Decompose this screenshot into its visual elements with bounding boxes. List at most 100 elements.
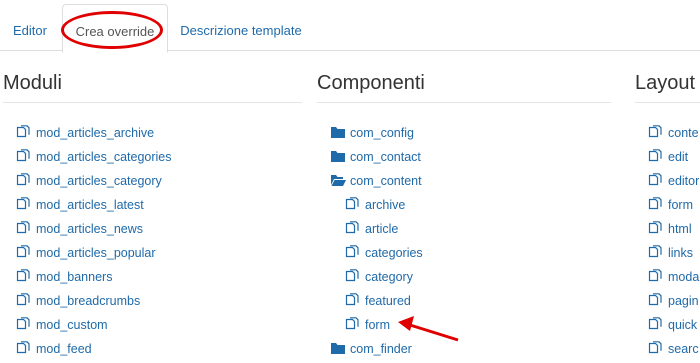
tab-crea-override[interactable]: Crea override [62,4,168,53]
list-item-label: mod_articles_news [36,222,143,236]
files-icon [16,123,32,138]
list-item-label: categories [365,246,423,260]
list-item-label: mod_articles_popular [36,246,156,260]
files-icon [648,123,664,138]
files-icon [16,195,32,210]
list-item[interactable]: edit [635,145,700,169]
files-icon [16,171,32,186]
list-item[interactable]: com_contact [317,145,611,169]
list-item[interactable]: form [635,193,700,217]
tab-bar: Editor Crea override Descrizione templat… [0,0,700,53]
files-icon [345,291,361,306]
files-icon [16,291,32,306]
files-icon [16,219,32,234]
list-item-label: featured [365,294,411,308]
files-icon [648,291,664,306]
list-item-label: mod_articles_archive [36,126,155,140]
list-item-label: mod_articles_category [36,174,162,188]
list-item[interactable]: mod_breadcrumbs [3,289,302,313]
list-item[interactable]: com_content [317,169,611,193]
list-item[interactable]: mod_articles_category [3,169,302,193]
list-item[interactable]: conte [635,121,700,145]
files-icon [648,243,664,258]
list-item-label: com_finder [350,342,412,356]
folder-icon [330,123,346,138]
files-icon [345,243,361,258]
files-icon [648,171,664,186]
files-icon [16,147,32,162]
tab-descrizione-template[interactable]: Descrizione template [172,4,310,51]
list-item[interactable]: com_finder [317,337,611,361]
componenti-heading: Componenti [317,64,611,103]
list-item-label: searc [668,342,699,356]
list-item[interactable]: featured [317,289,611,313]
list-item[interactable]: category [317,265,611,289]
list-item-label: com_contact [350,150,421,164]
list-item-label: mod_articles_latest [36,198,144,212]
files-icon [648,195,664,210]
files-icon [16,339,32,354]
list-item-label: mod_feed [36,342,92,356]
list-item-label: pagin [668,294,699,308]
moduli-list: mod_articles_archive mod_articles_categor… [3,121,302,361]
files-icon [16,243,32,258]
list-item-label: html [668,222,692,236]
list-item[interactable]: searc [635,337,700,361]
list-item[interactable]: quick [635,313,700,337]
list-item-label: moda [668,270,700,284]
list-item-label: form [365,318,390,332]
files-icon [345,195,361,210]
files-icon [345,267,361,282]
files-icon [648,219,664,234]
list-item[interactable]: pagin [635,289,700,313]
list-item-label: mod_breadcrumbs [36,294,141,308]
list-item[interactable]: form [317,313,611,337]
list-item[interactable]: archive [317,193,611,217]
list-item-label: mod_custom [36,318,108,332]
files-icon [648,267,664,282]
list-item-label: com_config [350,126,414,140]
componenti-list: com_config com_contact com_contentarchive a… [317,121,611,361]
list-item-label: quick [668,318,698,332]
list-item-label: conte [668,126,699,140]
list-item[interactable]: moda [635,265,700,289]
list-item-label: editor [668,174,700,188]
list-item[interactable]: mod_articles_latest [3,193,302,217]
list-item-label: article [365,222,399,236]
tab-editor[interactable]: Editor [2,4,58,51]
list-item[interactable]: links [635,241,700,265]
layout-list: conte edit editor form html links moda pagin qui… [635,121,700,361]
files-icon [648,315,664,330]
folder-icon [330,339,346,354]
list-item[interactable]: mod_feed [3,337,302,361]
layout-heading: Layout [635,64,700,103]
list-item[interactable]: article [317,217,611,241]
list-item[interactable]: mod_banners [3,265,302,289]
list-item-label: mod_articles_categories [36,150,172,164]
folder-open-icon [330,171,346,186]
files-icon [648,339,664,354]
moduli-heading: Moduli [3,64,302,103]
list-item-label: mod_banners [36,270,113,284]
files-icon [16,267,32,282]
list-item[interactable]: mod_articles_news [3,217,302,241]
list-item-label: form [668,198,693,212]
list-item[interactable]: editor [635,169,700,193]
componenti-column: Componenti com_config com_contact com_cont… [317,64,611,356]
list-item[interactable]: mod_articles_categories [3,145,302,169]
list-item[interactable]: html [635,217,700,241]
list-item-label: com_content [350,174,422,188]
layout-column: Layout conte edit editor form html links moda p… [635,64,700,356]
list-item-label: links [668,246,694,260]
list-item[interactable]: mod_custom [3,313,302,337]
list-item-label: edit [668,150,689,164]
list-item-label: archive [365,198,406,212]
list-item[interactable]: categories [317,241,611,265]
list-item[interactable]: mod_articles_popular [3,241,302,265]
files-icon [345,219,361,234]
list-item[interactable]: mod_articles_archive [3,121,302,145]
list-item[interactable]: com_config [317,121,611,145]
files-icon [648,147,664,162]
moduli-column: Moduli mod_articles_archive mod_articles_… [3,64,302,356]
files-icon [345,315,361,330]
